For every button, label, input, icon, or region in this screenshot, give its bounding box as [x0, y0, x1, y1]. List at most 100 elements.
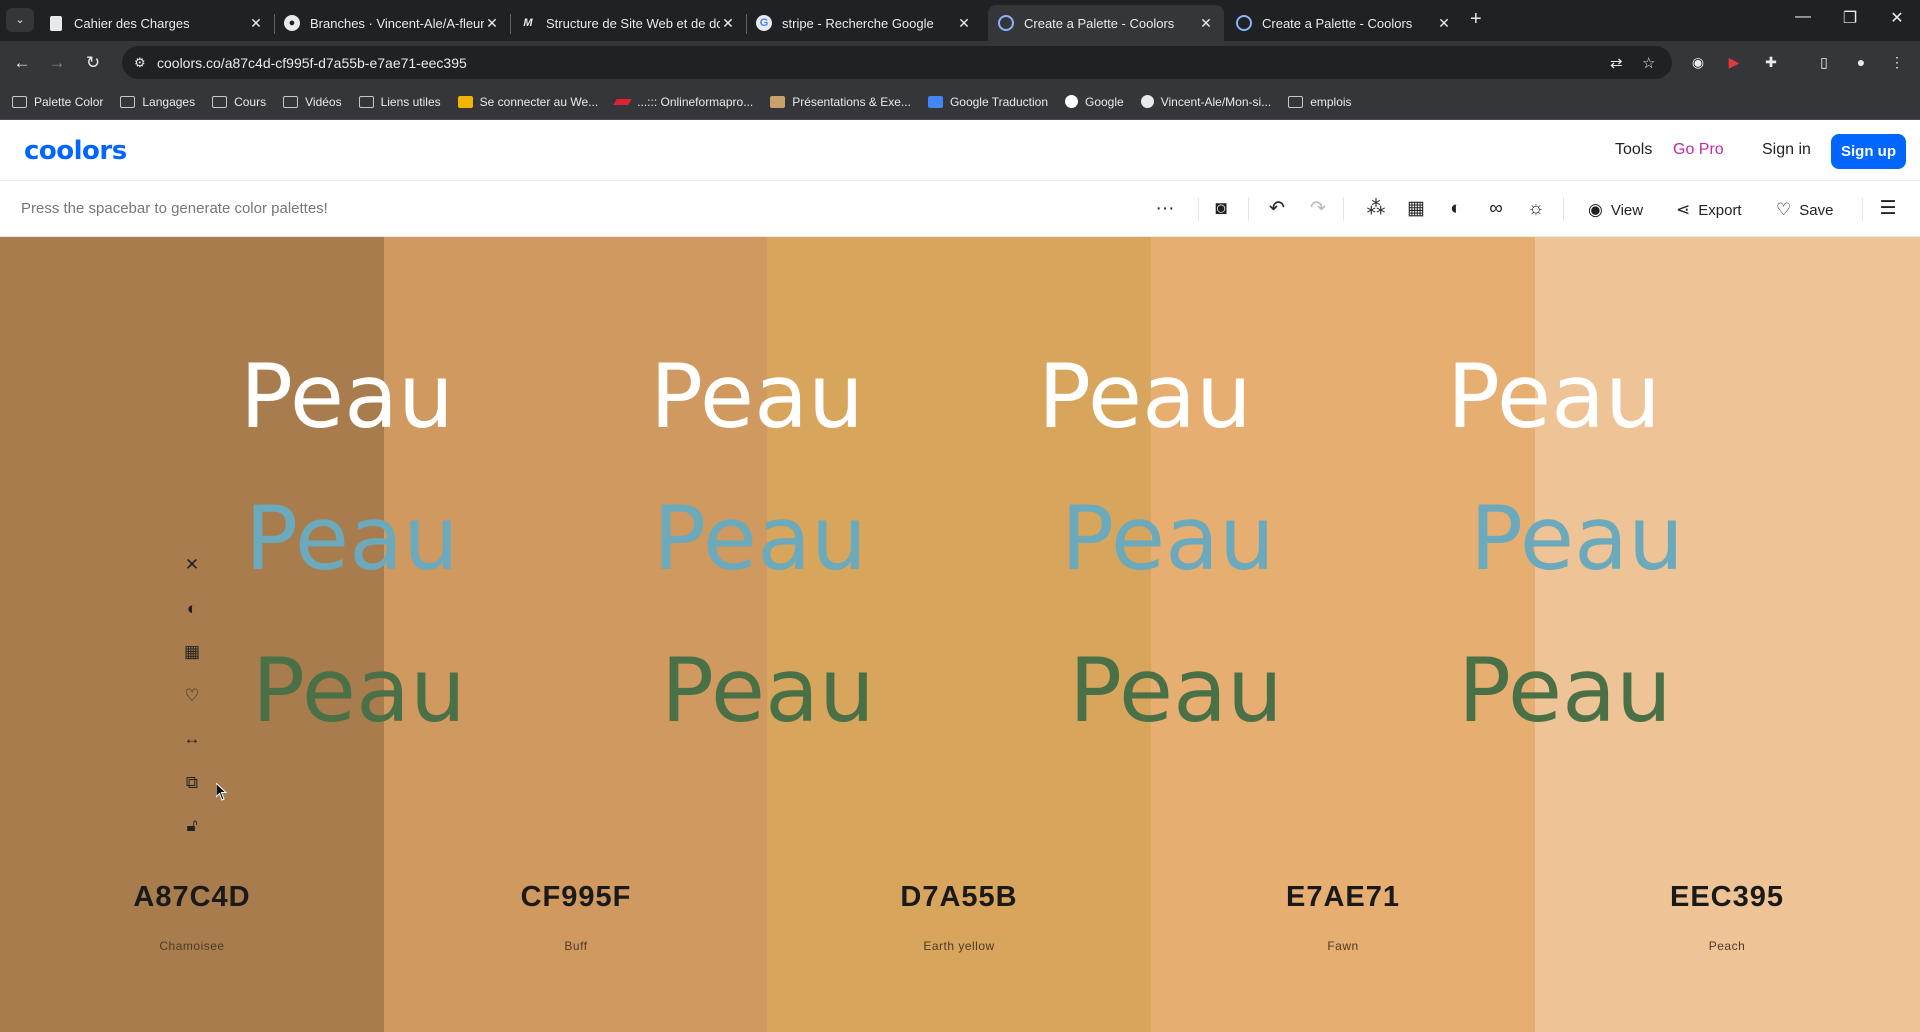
tab-title: Create a Palette - Coolors: [1024, 15, 1175, 31]
close-tab-icon[interactable]: ✕: [248, 15, 264, 32]
bookmark-item[interactable]: Liens utiles: [358, 95, 441, 109]
contrast-icon[interactable]: ◐: [177, 594, 207, 624]
browser-menu-icon[interactable]: ⋮: [1888, 53, 1906, 71]
bookmark-label: ...::: Onlineformapro...: [637, 94, 754, 109]
side-panel-icon[interactable]: ▯: [1815, 53, 1833, 71]
translate-icon[interactable]: ⇄: [1610, 54, 1623, 72]
bookmark-item[interactable]: Google: [1065, 95, 1124, 109]
mail-icon: [457, 95, 473, 108]
bookmark-label: Palette Color: [34, 94, 104, 109]
quick-view-grid-icon[interactable]: ▦: [1403, 196, 1429, 222]
profile-icon[interactable]: ●: [1852, 53, 1870, 71]
peau-text-blue: Peau: [653, 487, 867, 590]
toolbar-divider: [1343, 197, 1344, 221]
tab-search-button[interactable]: ⌄: [6, 8, 34, 32]
bookmark-item[interactable]: Vincent-Ale/Mon-si...: [1140, 95, 1271, 109]
extension-icon[interactable]: ◉: [1689, 53, 1707, 71]
browser-tab[interactable]: M Structure de Site Web et de do ✕: [510, 5, 746, 41]
bookmark-label: emplois: [1310, 94, 1352, 109]
color-hex[interactable]: E7AE71: [1151, 881, 1535, 914]
bookmark-star-icon[interactable]: ☆: [1642, 54, 1655, 72]
export-button[interactable]: ⋖ Export: [1676, 197, 1742, 223]
brightness-icon[interactable]: ☼: [1523, 196, 1549, 222]
lock-icon[interactable]: 🔓︎: [177, 811, 207, 841]
sign-up-button[interactable]: Sign up: [1831, 134, 1906, 169]
coolors-logo[interactable]: coolors: [24, 136, 127, 166]
browser-tab[interactable]: Cahier des Charges ✕: [38, 5, 274, 41]
browser-tab-strip: ⌄ Cahier des Charges ✕ ● Branches · Vinc…: [0, 0, 1920, 41]
redo-icon[interactable]: ↷: [1305, 196, 1331, 222]
color-hex[interactable]: A87C4D: [0, 881, 384, 914]
sign-in-link[interactable]: Sign in: [1762, 141, 1811, 159]
color-hex[interactable]: D7A55B: [767, 881, 1151, 914]
copy-icon[interactable]: ⧉: [177, 768, 207, 798]
peau-text-white: Peau: [240, 345, 454, 448]
close-tab-icon[interactable]: ✕: [484, 15, 500, 32]
folder-icon: [283, 95, 299, 108]
color-hex[interactable]: EEC395: [1535, 881, 1919, 914]
new-tab-icon[interactable]: +: [1470, 8, 1482, 31]
peau-text-blue: Peau: [1061, 487, 1275, 590]
bookmark-item[interactable]: Langages: [120, 95, 195, 109]
extensions-puzzle-icon[interactable]: ✚: [1762, 53, 1780, 71]
folder-icon: [358, 95, 374, 108]
peau-text-blue: Peau: [1470, 487, 1684, 590]
color-blindness-glasses-icon[interactable]: ∞: [1483, 196, 1509, 222]
extension-icon[interactable]: ▶: [1725, 53, 1743, 71]
browser-tab[interactable]: ● Branches · Vincent-Ale/A-fleur- ✕: [274, 5, 510, 41]
folder-icon: [120, 95, 136, 108]
drag-arrows-icon[interactable]: ↔: [177, 724, 207, 754]
back-icon[interactable]: ←: [9, 50, 35, 76]
bookmark-item[interactable]: Cours: [212, 95, 266, 109]
save-button[interactable]: ♡ Save: [1776, 197, 1833, 223]
reload-icon[interactable]: ↻: [80, 50, 106, 76]
site-info-icon[interactable]: ⚙: [134, 55, 146, 71]
export-label: Export: [1698, 201, 1742, 219]
bookmark-item[interactable]: Présentations & Exe...: [770, 95, 911, 109]
undo-icon[interactable]: ↶: [1264, 196, 1290, 222]
forward-icon[interactable]: →: [44, 50, 70, 76]
browser-navbar: ← → ↻ ⚙ coolors.co/a87c4d-cf995f-d7a55b-…: [0, 41, 1920, 84]
tools-link[interactable]: Tools: [1615, 141, 1652, 159]
browser-tab-active[interactable]: Create a Palette - Coolors ✕: [988, 5, 1224, 41]
hamburger-menu-icon[interactable]: ☰: [1875, 196, 1901, 222]
toolbar-divider: [1862, 197, 1863, 221]
remove-color-icon[interactable]: ✕: [177, 550, 207, 580]
camera-icon[interactable]: ◙: [1208, 196, 1234, 222]
shades-grid-icon[interactable]: ▦: [177, 637, 207, 667]
minimize-icon[interactable]: —: [1788, 8, 1818, 26]
close-tab-icon[interactable]: ✕: [720, 15, 736, 32]
adjust-palette-icon[interactable]: ⁂: [1363, 196, 1389, 222]
bookmark-label: Google Traduction: [949, 94, 1048, 109]
bookmark-item[interactable]: Vidéos: [283, 95, 342, 109]
toolbar-divider: [1248, 197, 1249, 221]
contrast-icon[interactable]: ◐: [1443, 196, 1469, 222]
more-options-icon[interactable]: ···: [1152, 196, 1178, 222]
window-close-icon[interactable]: ✕: [1882, 8, 1912, 28]
browser-tab[interactable]: Create a Palette - Coolors ✕: [1226, 5, 1462, 41]
restore-icon[interactable]: ❐: [1835, 8, 1865, 28]
url-text[interactable]: coolors.co/a87c4d-cf995f-d7a55b-e7ae71-e…: [157, 55, 467, 71]
coolors-icon: [1236, 15, 1252, 31]
presentation-icon: [770, 95, 786, 108]
bookmark-item[interactable]: Se connecter au We...: [457, 95, 598, 109]
bookmark-item[interactable]: Google Traduction: [927, 94, 1048, 109]
bookmark-label: Google: [1085, 94, 1124, 109]
view-button[interactable]: ◉ View: [1588, 197, 1643, 223]
color-hex[interactable]: CF995F: [384, 881, 768, 914]
close-tab-icon[interactable]: ✕: [1198, 15, 1214, 32]
bookmark-item[interactable]: emplois: [1288, 94, 1352, 109]
close-tab-icon[interactable]: ✕: [1436, 15, 1452, 32]
go-pro-link[interactable]: Go Pro: [1673, 141, 1724, 159]
bookmark-item[interactable]: Palette Color: [12, 95, 103, 109]
bookmark-item[interactable]: ...::: Onlineformapro...: [613, 94, 754, 109]
google-icon: G: [756, 15, 772, 31]
color-name: Buff: [564, 939, 588, 953]
folder-icon: [1288, 95, 1304, 108]
favorite-heart-icon[interactable]: ♡: [177, 681, 207, 711]
browser-tab[interactable]: G stripe - Recherche Google ✕: [746, 5, 982, 41]
heart-icon: ♡: [1776, 200, 1792, 219]
address-bar[interactable]: ⚙ coolors.co/a87c4d-cf995f-d7a55b-e7ae71…: [122, 46, 1672, 79]
close-tab-icon[interactable]: ✕: [956, 15, 972, 32]
tab-title: stripe - Recherche Google: [782, 15, 934, 31]
